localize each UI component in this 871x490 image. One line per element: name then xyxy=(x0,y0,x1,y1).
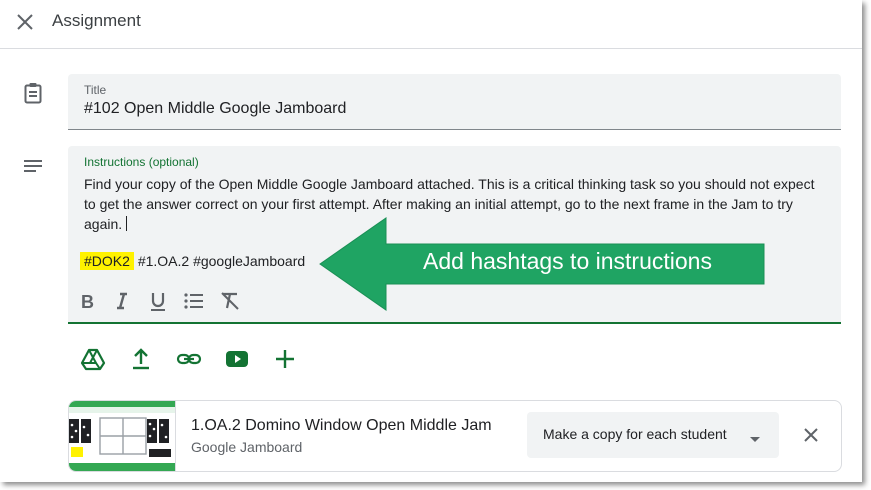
remove-attachment-icon[interactable] xyxy=(799,423,823,447)
notes-icon xyxy=(22,156,44,178)
annotation-text: Add hashtags to instructions xyxy=(423,248,712,274)
svg-text:B: B xyxy=(81,292,94,312)
clear-formatting-icon[interactable] xyxy=(218,289,242,313)
upload-icon[interactable] xyxy=(128,346,154,372)
text-cursor xyxy=(126,216,128,231)
dropdown-arrow-icon xyxy=(749,431,761,449)
attachment-type: Google Jamboard xyxy=(191,439,303,455)
page-title: Assignment xyxy=(52,11,141,30)
assignment-window: Assignment Title #102 Open Middle Google… xyxy=(0,0,862,482)
google-drive-icon[interactable] xyxy=(80,346,106,372)
hashtag-text[interactable]: #1.OA.2 #googleJamboard xyxy=(138,253,305,269)
clipboard-icon xyxy=(22,82,44,104)
title-label: Title xyxy=(84,83,107,97)
close-icon[interactable] xyxy=(12,9,38,35)
attachment-title[interactable]: 1.OA.2 Domino Window Open Middle Jam xyxy=(191,417,492,435)
top-app-bar: Assignment xyxy=(0,0,862,49)
title-input[interactable]: #102 Open Middle Google Jamboard xyxy=(84,100,346,118)
italic-icon[interactable] xyxy=(110,289,134,313)
bold-icon[interactable]: B xyxy=(76,289,100,313)
highlighted-hashtag[interactable]: #DOK2 xyxy=(80,252,134,270)
bulleted-list-icon[interactable] xyxy=(182,289,206,313)
attachment-card[interactable]: 1.OA.2 Domino Window Open Middle Jam Goo… xyxy=(68,400,842,472)
share-option-label: Make a copy for each student xyxy=(543,426,727,442)
underline-icon[interactable] xyxy=(146,289,170,313)
instructions-label: Instructions (optional) xyxy=(84,155,199,169)
link-icon[interactable] xyxy=(176,346,202,372)
title-field[interactable]: Title #102 Open Middle Google Jamboard xyxy=(68,74,841,130)
hashtag-line[interactable]: #DOK2 #1.OA.2 #googleJamboard xyxy=(80,250,305,272)
youtube-icon[interactable] xyxy=(224,346,250,372)
add-icon[interactable] xyxy=(272,346,298,372)
share-option-dropdown[interactable]: Make a copy for each student xyxy=(527,412,779,458)
jamboard-thumbnail xyxy=(69,401,176,471)
